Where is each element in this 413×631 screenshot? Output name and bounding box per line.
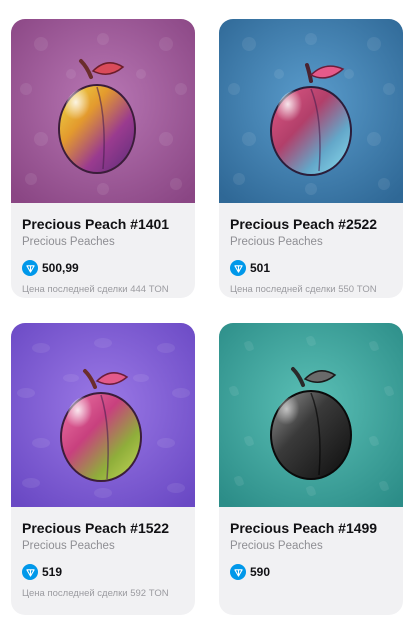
- collection-name: Precious Peaches: [230, 540, 323, 552]
- price-row: 501: [230, 259, 392, 277]
- nft-card-3[interactable]: Precious Peach #1522 Precious Peaches 51…: [11, 323, 195, 615]
- price: 590: [250, 565, 271, 579]
- ton-icon: [230, 564, 246, 580]
- ton-icon: [22, 564, 38, 580]
- ton-icon: [22, 260, 38, 276]
- collection-name: Precious Peaches: [22, 236, 115, 248]
- peach-illustration: [219, 323, 403, 507]
- peach-illustration: [219, 19, 403, 203]
- nft-card-2[interactable]: Precious Peach #2522 Precious Peaches 50…: [219, 19, 403, 298]
- nft-title: Precious Peach #1401: [22, 216, 170, 232]
- last-deal-price: Цена последней сделки 550 TON: [230, 284, 377, 295]
- price: 501: [250, 261, 271, 275]
- peach-illustration: [11, 19, 195, 203]
- peach-illustration: [11, 323, 195, 507]
- nft-image[interactable]: [11, 19, 195, 203]
- nft-card-1[interactable]: Precious Peach #1401 Precious Peaches 50…: [11, 19, 195, 298]
- last-deal-price: Цена последней сделки 444 TON: [22, 284, 169, 295]
- nft-image[interactable]: [11, 323, 195, 507]
- collection-name: Precious Peaches: [22, 540, 115, 552]
- price: 519: [42, 565, 63, 579]
- nft-title: Precious Peach #2522: [230, 216, 378, 232]
- nft-image[interactable]: [219, 323, 403, 507]
- nft-title: Precious Peach #1522: [22, 520, 170, 536]
- price-row: 500,99: [22, 259, 184, 277]
- nft-card-4[interactable]: Precious Peach #1499 Precious Peaches 59…: [219, 323, 403, 615]
- price: 500,99: [42, 261, 79, 275]
- nft-image[interactable]: [219, 19, 403, 203]
- collection-name: Precious Peaches: [230, 236, 323, 248]
- price-row: 519: [22, 563, 184, 581]
- nft-title: Precious Peach #1499: [230, 520, 378, 536]
- price-row: 590: [230, 563, 392, 581]
- ton-icon: [230, 260, 246, 276]
- last-deal-price: Цена последней сделки 592 TON: [22, 588, 169, 599]
